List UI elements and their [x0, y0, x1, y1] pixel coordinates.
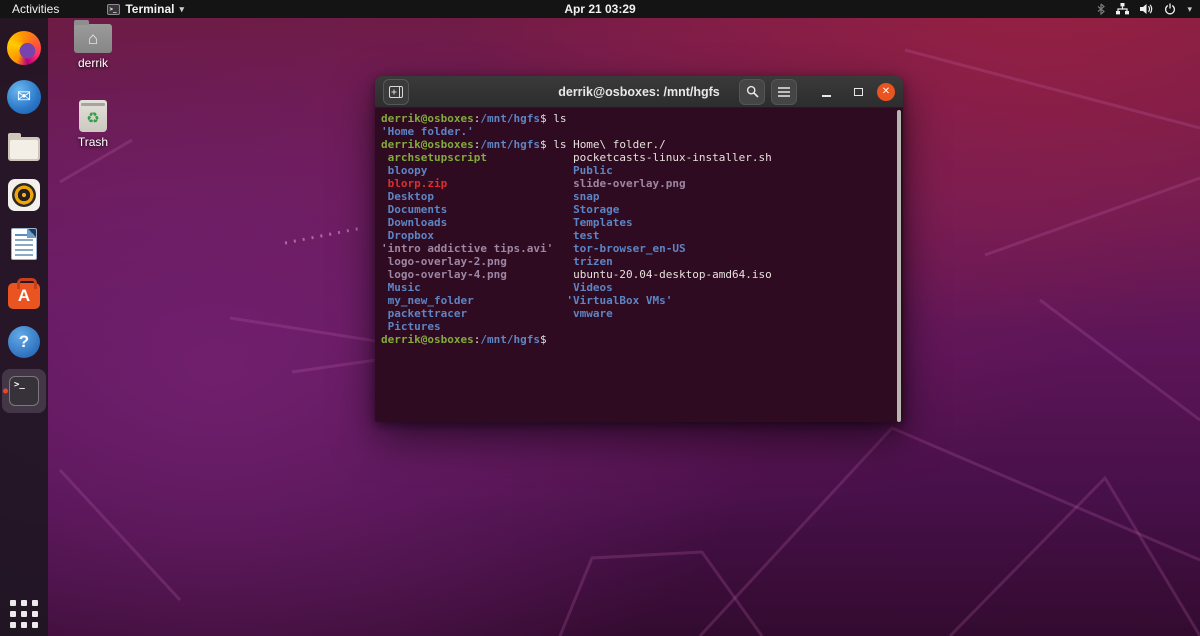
wired-network-icon — [1116, 3, 1129, 15]
chevron-down-icon: ▾ — [1187, 4, 1192, 15]
maximize-button[interactable] — [845, 79, 871, 105]
menu-button[interactable] — [771, 79, 797, 105]
terminal-line: archsetupscript pocketcasts-linux-instal… — [381, 151, 897, 164]
new-tab-icon — [389, 86, 403, 98]
firefox-icon — [7, 31, 41, 65]
activities-button[interactable]: Activities — [0, 0, 71, 18]
close-button[interactable]: ✕ — [877, 83, 895, 101]
terminal-line: derrik@osboxes:/mnt/hgfs$ ls Home\ folde… — [381, 138, 897, 151]
thunderbird-icon: ✉ — [7, 80, 41, 114]
dock-item-ubuntu-software[interactable]: A — [2, 271, 46, 315]
terminal-line: logo-overlay-2.png trizen — [381, 255, 897, 268]
terminal-scrollbar[interactable] — [897, 110, 901, 422]
grid-icon — [10, 600, 38, 628]
desktop: Activities >_ Terminal ▾ Apr 21 03:29 — [0, 0, 1200, 636]
terminal-line: derrik@osboxes:/mnt/hgfs$ — [381, 333, 897, 346]
search-button[interactable] — [739, 79, 765, 105]
volume-icon — [1140, 3, 1153, 15]
close-icon: ✕ — [882, 87, 890, 97]
new-tab-button[interactable] — [383, 79, 409, 105]
hamburger-menu-icon — [778, 87, 790, 97]
terminal-line: blorp.zip slide-overlay.png — [381, 177, 897, 190]
chevron-down-icon: ▾ — [179, 4, 184, 15]
files-folder-icon — [8, 137, 40, 161]
terminal-line: Dropbox test — [381, 229, 897, 242]
minimize-button[interactable] — [813, 79, 839, 105]
maximize-icon — [854, 88, 863, 96]
show-applications-button[interactable] — [0, 592, 48, 636]
home-icon: ⌂ — [88, 30, 98, 47]
dock-item-thunderbird[interactable]: ✉ — [2, 75, 46, 119]
question-mark: ? — [19, 332, 29, 352]
terminal-line: bloopy Public — [381, 164, 897, 177]
terminal-window: derrik@osboxes: /mnt/hgfs ✕ — [375, 76, 903, 422]
top-bar: Activities >_ Terminal ▾ Apr 21 03:29 — [0, 0, 1200, 18]
terminal-line: Pictures — [381, 320, 897, 333]
terminal-line: packettracer vmware — [381, 307, 897, 320]
terminal-content[interactable]: derrik@osboxes:/mnt/hgfs$ ls'Home folder… — [375, 108, 903, 422]
search-icon — [746, 85, 759, 98]
rhythmbox-speaker-icon — [8, 179, 40, 211]
desktop-icon-home-folder[interactable]: ⌂ derrik — [61, 24, 125, 70]
clock[interactable]: Apr 21 03:29 — [554, 0, 645, 18]
help-icon: ? — [8, 326, 40, 358]
terminal-line: Music Videos — [381, 281, 897, 294]
terminal-line: Desktop snap — [381, 190, 897, 203]
bluetooth-icon — [1097, 3, 1105, 15]
app-menu-terminal[interactable]: >_ Terminal ▾ — [99, 0, 192, 18]
home-folder-icon: ⌂ — [74, 24, 112, 53]
system-status-area[interactable]: ▾ — [1089, 0, 1200, 18]
desktop-icon-trash[interactable]: ♻ Trash — [61, 100, 125, 149]
terminal-line: 'intro addictive tips.avi' tor-browser_e… — [381, 242, 897, 255]
dock-item-libreoffice-writer[interactable] — [2, 222, 46, 266]
terminal-line: my_new_folder 'VirtualBox VMs' — [381, 294, 897, 307]
trash-can-icon: ♻ — [79, 100, 107, 132]
software-letter: A — [18, 286, 30, 306]
terminal-line: Documents Storage — [381, 203, 897, 216]
terminal-line: logo-overlay-4.png ubuntu-20.04-desktop-… — [381, 268, 897, 281]
app-menu-label: Terminal — [125, 2, 174, 16]
dock-item-help[interactable]: ? — [2, 320, 46, 364]
power-icon — [1164, 3, 1176, 15]
dock: ✉ A ? >_ — [0, 18, 48, 636]
dock-item-rhythmbox[interactable] — [2, 173, 46, 217]
dock-item-files[interactable] — [2, 124, 46, 168]
terminal-app-icon: >_ — [107, 4, 120, 15]
dock-item-firefox[interactable] — [2, 26, 46, 70]
desktop-icon-label: Trash — [78, 135, 108, 149]
terminal-icon: >_ — [9, 376, 39, 406]
envelope-icon: ✉ — [17, 87, 31, 107]
ubuntu-software-icon: A — [8, 283, 40, 309]
window-titlebar[interactable]: derrik@osboxes: /mnt/hgfs ✕ — [375, 76, 903, 108]
terminal-line: derrik@osboxes:/mnt/hgfs$ ls — [381, 112, 897, 125]
recycle-icon: ♻ — [86, 109, 99, 127]
desktop-icon-label: derrik — [78, 56, 108, 70]
terminal-output: derrik@osboxes:/mnt/hgfs$ ls'Home folder… — [375, 108, 903, 350]
writer-document-icon — [11, 228, 37, 260]
terminal-line: 'Home folder.' — [381, 125, 897, 138]
terminal-line: Downloads Templates — [381, 216, 897, 229]
window-title: derrik@osboxes: /mnt/hgfs — [558, 85, 720, 99]
minimize-icon — [822, 95, 831, 97]
dock-item-terminal[interactable]: >_ — [2, 369, 46, 413]
